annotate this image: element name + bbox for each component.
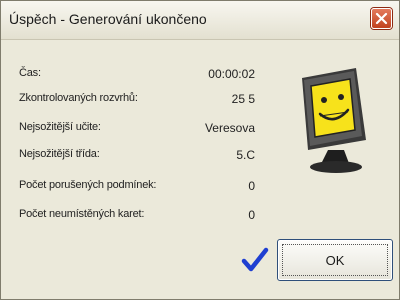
- stat-row-time: Čas: 00:00:02: [1, 67, 271, 83]
- stat-row-hardest-class: Nejsožitější třída: 5.C: [1, 148, 271, 164]
- checked-schedules-label: Zkontrolovaných rozvrhů:: [19, 92, 138, 104]
- time-value: 00:00:02: [208, 67, 255, 81]
- close-button[interactable]: [371, 8, 392, 29]
- focus-rectangle: [282, 244, 388, 276]
- window-title: Úspěch - Generování ukončeno: [9, 11, 207, 27]
- hardest-teacher-value: Veresova: [204, 121, 255, 135]
- unplaced-cards-value: 0: [248, 208, 255, 222]
- computer-mascot-icon: [302, 68, 366, 173]
- checkmark-icon: [241, 247, 269, 272]
- hardest-class-label: Nejsožitější třída:: [19, 148, 100, 160]
- violated-conditions-value: 0: [248, 179, 255, 193]
- stat-row-hardest-teacher: Nejsožitější učite: Veresova: [1, 121, 271, 137]
- hardest-class-value: 5.C: [236, 148, 255, 162]
- time-label: Čas:: [19, 67, 41, 79]
- stat-row-checked-schedules: Zkontrolovaných rozvrhů: 25 5: [1, 92, 271, 108]
- stat-row-unplaced-cards: Počet neumístěných karet: 0: [1, 208, 271, 224]
- ok-button[interactable]: OK: [277, 239, 393, 281]
- stat-row-violated-conditions: Počet porušených podmínek: 0: [1, 179, 271, 195]
- close-icon: [375, 12, 388, 25]
- checked-schedules-value: 25 5: [231, 92, 255, 106]
- title-bar[interactable]: Úspěch - Generování ukončeno: [1, 1, 399, 40]
- success-dialog: Úspěch - Generování ukončeno Čas: 00:00:…: [0, 0, 400, 300]
- unplaced-cards-label: Počet neumístěných karet:: [19, 208, 145, 220]
- violated-conditions-label: Počet porušených podmínek:: [19, 179, 157, 191]
- hardest-teacher-label: Nejsožitější učite:: [19, 121, 101, 133]
